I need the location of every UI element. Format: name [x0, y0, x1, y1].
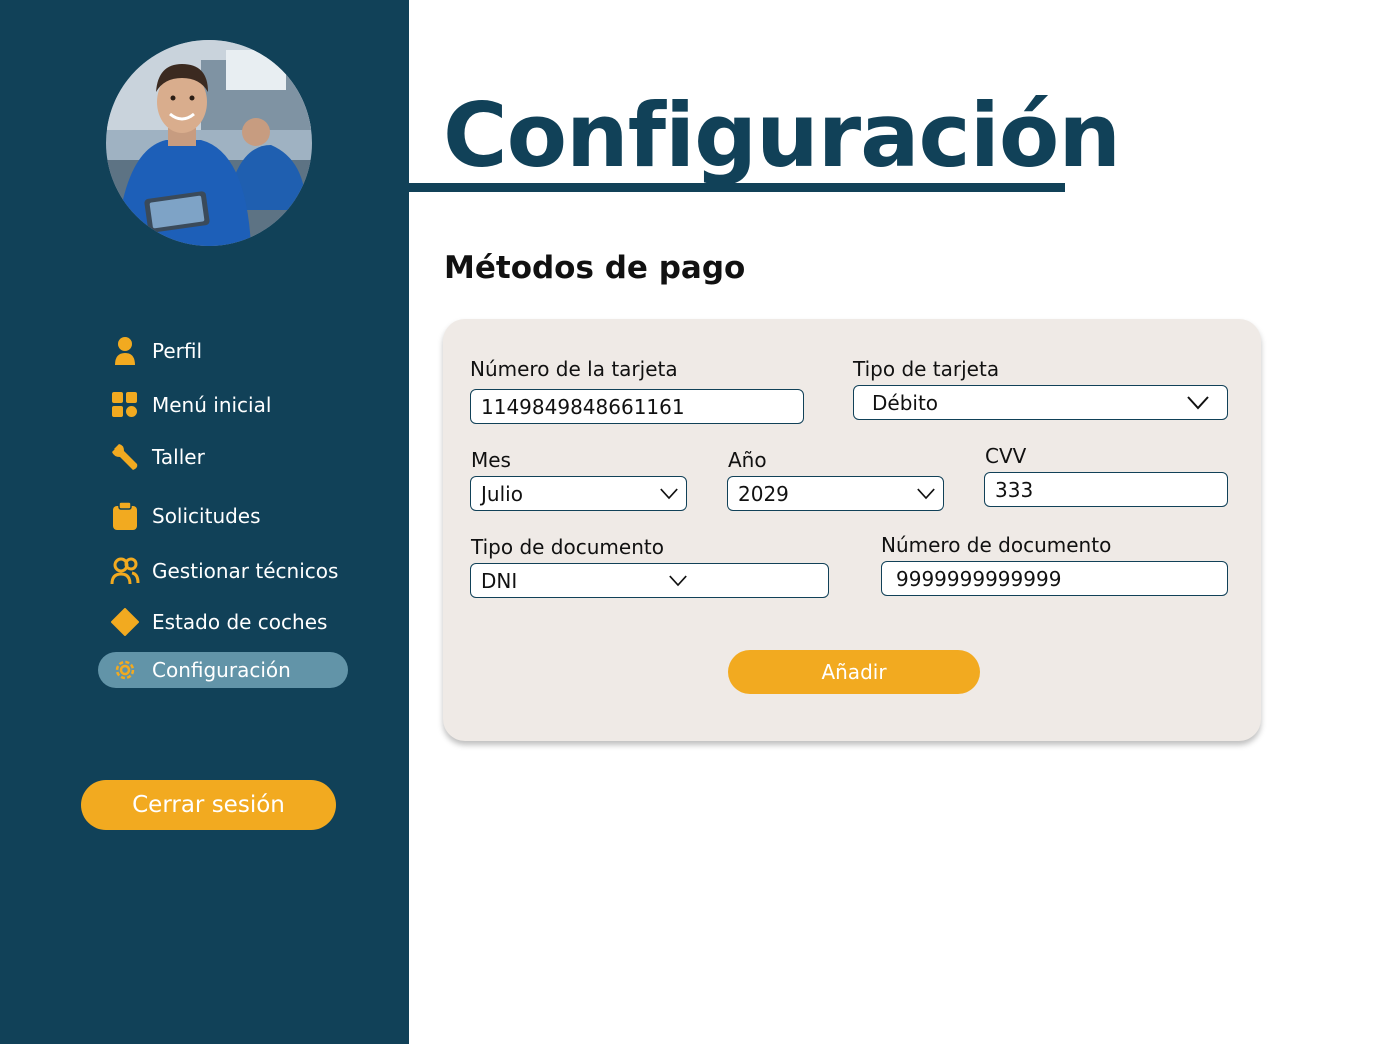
chevron-down-icon	[1187, 396, 1209, 410]
doc-type-select[interactable]: DNI	[470, 563, 829, 598]
doc-type-label: Tipo de documento	[471, 535, 664, 559]
card-number-label: Número de la tarjeta	[470, 357, 678, 381]
year-label: Año	[728, 448, 767, 472]
month-label: Mes	[471, 448, 511, 472]
page-title: Configuración	[443, 84, 1121, 187]
gear-icon	[110, 655, 140, 685]
card-number-field[interactable]: 1149849848661161	[470, 389, 804, 424]
logout-button[interactable]: Cerrar sesión	[81, 780, 336, 830]
year-select[interactable]: 2029	[727, 476, 944, 511]
sidebar-item-label: Perfil	[152, 339, 203, 363]
chevron-down-icon	[669, 575, 687, 587]
sidebar-item-label: Taller	[152, 445, 205, 469]
sidebar-item-label: Menú inicial	[152, 393, 272, 417]
sidebar-item-perfil[interactable]: Perfil	[98, 333, 348, 369]
chevron-down-icon	[917, 488, 935, 500]
sidebar: Perfil Menú inicial Taller Solicitudes G…	[0, 0, 409, 1044]
card-type-select[interactable]: Débito	[853, 385, 1228, 420]
doc-number-value: 9999999999999	[896, 566, 1062, 591]
doc-number-field[interactable]: 9999999999999	[881, 561, 1228, 596]
card-number-value: 1149849848661161	[481, 394, 685, 419]
doc-type-value: DNI	[481, 568, 518, 593]
clipboard-icon	[110, 501, 140, 531]
sidebar-item-estado-de-coches[interactable]: Estado de coches	[98, 604, 348, 640]
card-type-label: Tipo de tarjeta	[853, 357, 1000, 381]
doc-number-label: Número de documento	[881, 533, 1112, 557]
month-select[interactable]: Julio	[470, 476, 687, 511]
cvv-field[interactable]: 333	[984, 472, 1228, 507]
sidebar-item-label: Gestionar técnicos	[152, 559, 339, 583]
people-icon	[110, 556, 140, 586]
dashboard-icon	[110, 390, 140, 420]
cvv-label: CVV	[985, 444, 1027, 468]
person-icon	[110, 336, 140, 366]
sidebar-item-label: Solicitudes	[152, 504, 261, 528]
sidebar-item-taller[interactable]: Taller	[98, 439, 348, 475]
add-button[interactable]: Añadir	[728, 650, 980, 694]
chevron-down-icon	[660, 488, 678, 500]
card-type-value: Débito	[872, 390, 939, 415]
section-title: Métodos de pago	[444, 250, 746, 286]
payment-method-form: Número de la tarjeta 1149849848661161 Ti…	[443, 319, 1261, 741]
sidebar-item-solicitudes[interactable]: Solicitudes	[98, 498, 348, 534]
title-underline	[409, 183, 1065, 192]
year-value: 2029	[738, 481, 789, 506]
cvv-value: 333	[995, 477, 1034, 502]
sidebar-item-configuracion[interactable]: Configuración	[98, 652, 348, 688]
sidebar-item-menu-inicial[interactable]: Menú inicial	[98, 387, 348, 423]
sidebar-item-label: Estado de coches	[152, 610, 328, 634]
diamond-icon	[110, 607, 140, 637]
month-value: Julio	[481, 481, 523, 506]
avatar	[106, 40, 312, 246]
sidebar-item-label: Configuración	[152, 658, 291, 682]
sidebar-item-gestionar-tecnicos[interactable]: Gestionar técnicos	[98, 553, 348, 589]
wrench-icon	[110, 442, 140, 472]
